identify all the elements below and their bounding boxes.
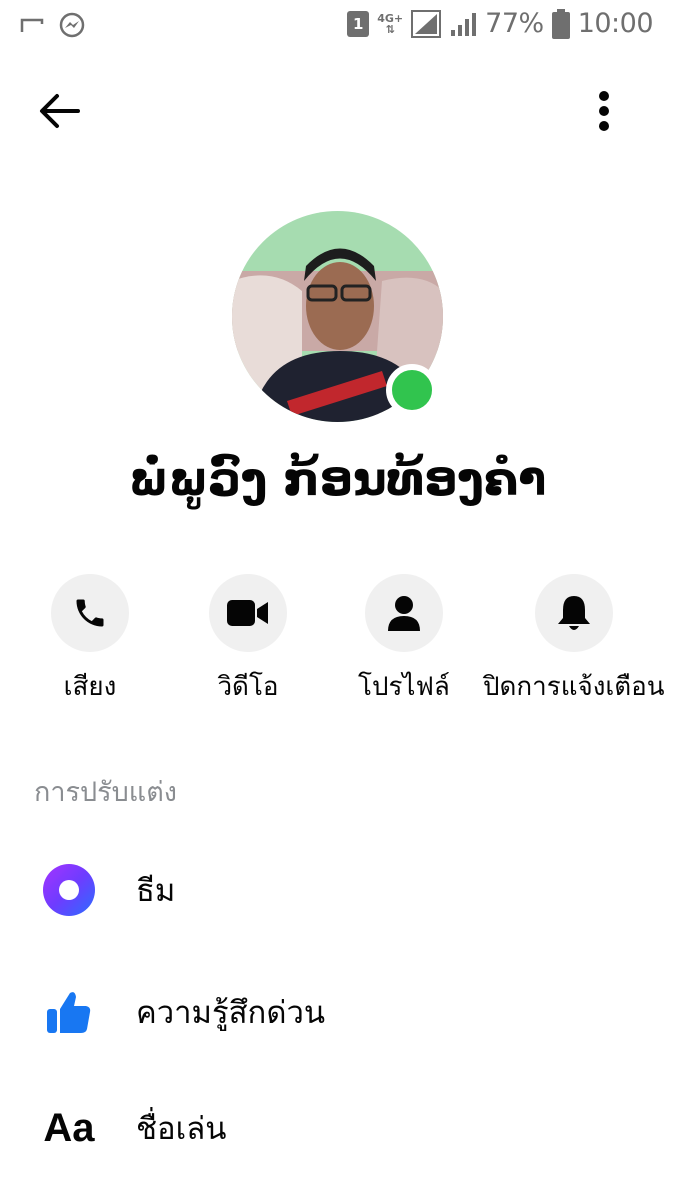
battery-icon [551, 8, 570, 39]
person-icon [387, 596, 420, 631]
video-call-label: วิดีโอ [217, 672, 279, 702]
thumbs-up-icon [38, 981, 100, 1043]
messenger-icon [59, 12, 85, 38]
theme-icon [38, 859, 100, 921]
bell-icon [557, 596, 590, 630]
signal-icon-2 [451, 12, 477, 36]
clock: 10:00 [577, 8, 654, 39]
action-circle [209, 574, 287, 652]
action-circle [51, 574, 129, 652]
mute-notifications-button[interactable]: ปิดการแจ้งเตือน [483, 574, 665, 707]
arrow-left-icon [40, 94, 80, 128]
status-bar-right: 1 4G+ ⇅ 77% 10:00 [347, 8, 654, 39]
nickname-row[interactable]: Aa ชื่อเล่น [0, 1078, 675, 1178]
video-call-button[interactable]: วิดีโอ [209, 574, 287, 707]
network-type-label: 4G+ [377, 11, 404, 25]
phone-icon [76, 599, 104, 627]
action-circle [364, 574, 443, 652]
status-bar-left [20, 12, 86, 40]
battery-percent: 77% [485, 8, 544, 39]
theme-row[interactable]: ธีม [0, 840, 675, 940]
profile-label: โปรไฟล์ [358, 672, 450, 702]
video-camera-icon [227, 600, 268, 626]
online-status-dot [386, 364, 438, 416]
more-options-button[interactable] [589, 86, 619, 136]
profile-name: ພໍ່ພູວົງ ກ້ອນທ້ອງຄໍາ [128, 452, 547, 506]
status-bar: 1 4G+ ⇅ 77% 10:00 [0, 0, 675, 54]
quick-reaction-label: ความรู้สึกด่วน [136, 995, 326, 1031]
screen-frame-icon [20, 18, 44, 32]
nickname-label: ชื่อเล่น [136, 1111, 227, 1147]
audio-call-label: เสียง [63, 672, 117, 702]
profile-button[interactable]: โปรไฟล์ [358, 574, 450, 707]
vertical-dots-icon [599, 91, 609, 131]
signal-icon-1 [411, 9, 442, 38]
back-button[interactable] [34, 88, 84, 134]
data-arrows-icon: ⇅ [385, 22, 395, 36]
network-type: 4G+ ⇅ [377, 13, 403, 35]
nickname-icon: Aa [38, 1097, 100, 1159]
aa-text: Aa [43, 1105, 95, 1150]
theme-label: ธีม [136, 873, 176, 909]
quick-reaction-row[interactable]: ความรู้สึกด่วน [0, 962, 675, 1062]
mute-notifications-label: ปิดการแจ้งเตือน [483, 672, 665, 702]
customization-section-title: การปรับแต่ง [34, 777, 177, 808]
audio-call-button[interactable]: เสียง [51, 574, 129, 707]
action-circle [534, 574, 613, 652]
sim-badge: 1 [347, 10, 370, 37]
